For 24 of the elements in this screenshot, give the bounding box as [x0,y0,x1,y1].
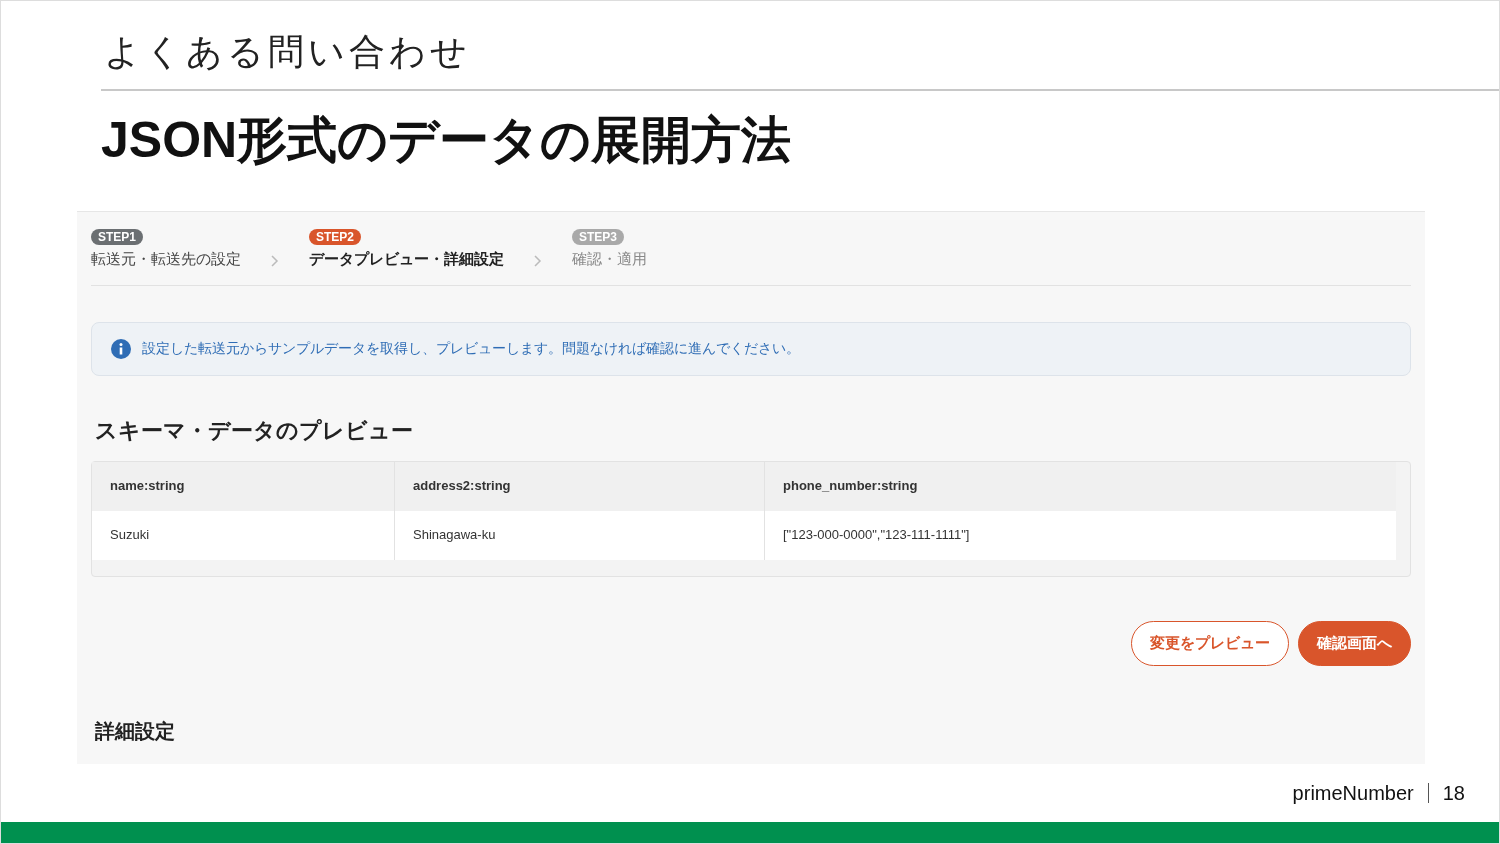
step-label: データプレビュー・詳細設定 [309,249,504,269]
step-badge: STEP3 [572,229,624,245]
section-title: よくある問い合わせ [104,30,471,74]
slide-title: JSON形式のデータの展開方法 [101,111,792,170]
step-label: 転送元・転送先の設定 [91,249,241,269]
action-button[interactable]: 変更をプレビュー [1131,620,1289,666]
step-label: 確認・適用 [572,249,647,269]
info-icon [111,338,131,359]
page-number: 18 [1442,781,1465,806]
chevron-right-icon [534,254,542,267]
step-badge: STEP1 [91,229,143,245]
info-text: 設定した転送元からサンプルデータを取得し、プレビューします。問題なければ確認に進んでください。 [142,339,800,358]
column-header: address2:string [394,461,764,511]
column-header: phone_number:string [764,461,1396,511]
column-header: name:string [109,477,186,496]
section-heading: 詳細設定 [95,718,175,744]
step-badge: STEP2 [309,229,361,245]
table-cell-text: Suzuki [109,526,151,545]
table-cell: ["123-000-0000","123-111-1111"] [764,510,1396,560]
chevron-right-icon [271,254,279,267]
table-cell: Shinagawa-ku [394,510,764,560]
action-button[interactable]: 確認画面へ [1298,620,1411,666]
section-heading: スキーマ・データのプレビュー [95,416,413,445]
brand-name: primeNumber [1292,781,1414,806]
